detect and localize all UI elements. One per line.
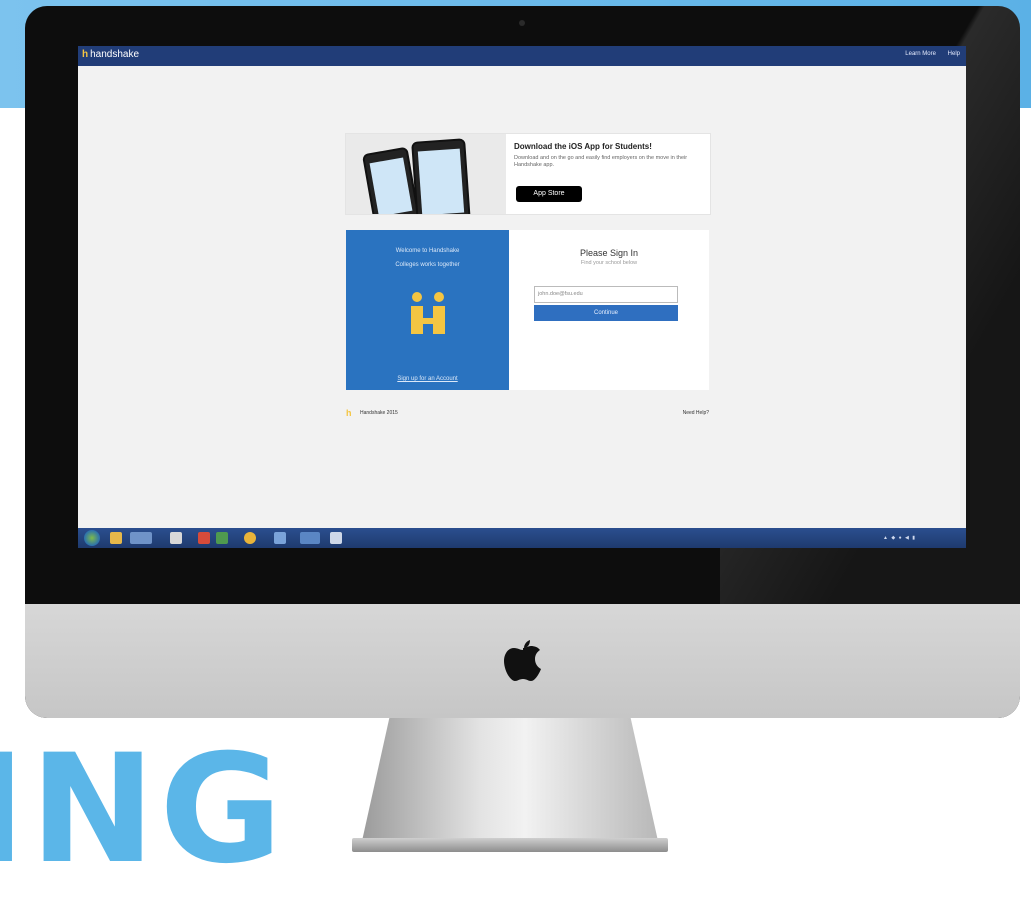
app-store-button[interactable]: App Store: [516, 186, 582, 202]
welcome-tagline: Colleges works together: [395, 262, 460, 268]
welcome-panel: Welcome to Handshake Colleges works toge…: [346, 230, 509, 390]
nav-link-learn-more[interactable]: Learn More: [905, 51, 936, 57]
email-field[interactable]: john.doe@fsu.edu: [534, 286, 678, 303]
phone-image: [411, 138, 471, 214]
taskbar-app-icon[interactable]: [170, 532, 182, 544]
handshake-logo-icon: h: [82, 49, 89, 60]
signin-subtitle: Find your school below: [580, 260, 638, 266]
nav-links: Learn More Help: [895, 51, 960, 57]
system-tray[interactable]: ▲ ◆ ● ◀ ▮: [883, 535, 916, 541]
screen: h handshake Learn More Help Download the …: [78, 46, 966, 548]
nav-link-help[interactable]: Help: [948, 51, 960, 57]
brand-logo[interactable]: h handshake: [82, 49, 139, 60]
promo-title: Download the iOS App for Students!: [514, 142, 652, 151]
camera-icon: [519, 20, 525, 26]
windows-taskbar: ▲ ◆ ● ◀ ▮: [78, 528, 966, 548]
overlay-big-text: ING: [0, 723, 287, 897]
page-footer: h Handshake 2015 Need Help?: [346, 408, 709, 420]
handshake-logo-icon: [411, 292, 445, 334]
app-store-label: App Store: [533, 190, 565, 197]
footer-logo-icon: h: [346, 408, 352, 418]
taskbar-app-icon[interactable]: [198, 532, 210, 544]
signup-link[interactable]: Sign up for an Account: [346, 376, 509, 382]
taskbar-app-icon[interactable]: [274, 532, 286, 544]
continue-button[interactable]: Continue: [534, 305, 678, 321]
signin-panel: Please Sign In Find your school below jo…: [509, 230, 709, 390]
taskbar-app-icon[interactable]: [330, 532, 342, 544]
footer-copyright: Handshake 2015: [360, 410, 398, 416]
signin-title: Please Sign In: [579, 248, 639, 258]
brand-name: handshake: [90, 49, 140, 60]
folder-icon[interactable]: [110, 532, 122, 544]
imac-monitor: h handshake Learn More Help Download the …: [25, 6, 1020, 718]
app-promo-image: [346, 134, 506, 214]
imac-stand-foot: [352, 838, 668, 852]
chrome-icon[interactable]: [244, 532, 256, 544]
windows-start-icon[interactable]: [84, 530, 100, 546]
imac-stand: [360, 715, 660, 850]
promo-description: Download and on the go and easily find e…: [514, 155, 688, 168]
taskbar-window-icon[interactable]: [130, 532, 152, 544]
taskbar-app-icon[interactable]: [216, 532, 228, 544]
apple-logo-icon: [504, 640, 541, 681]
taskbar-app-icon[interactable]: [300, 532, 320, 544]
top-navigation-bar: h handshake Learn More Help: [78, 46, 966, 66]
welcome-heading: Welcome to Handshake: [395, 248, 460, 254]
footer-help-link[interactable]: Need Help?: [683, 410, 709, 416]
app-promo-card: Download the iOS App for Students! Downl…: [345, 133, 711, 215]
